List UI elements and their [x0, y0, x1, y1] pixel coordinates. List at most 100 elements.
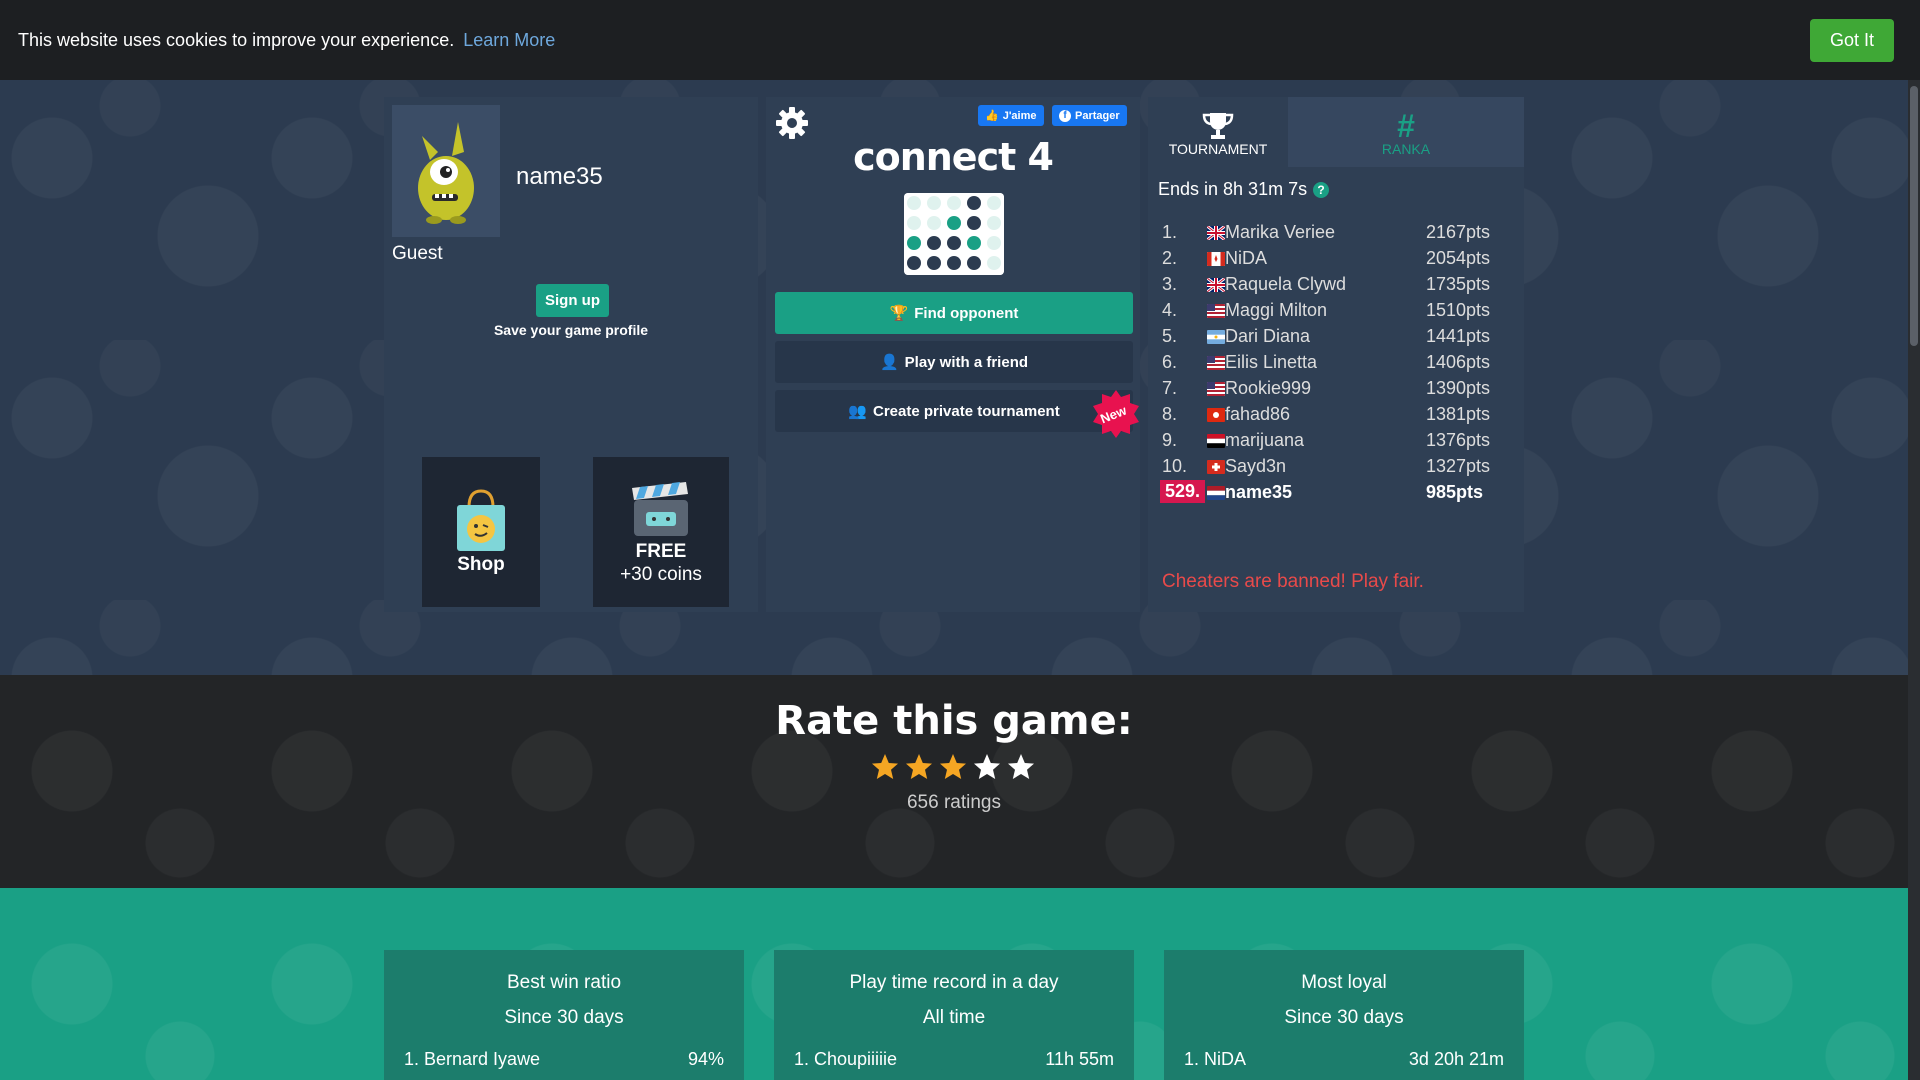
tab-ranka[interactable]: # RANKA [1288, 97, 1524, 167]
country-flag-icon [1207, 382, 1225, 396]
avatar[interactable] [392, 105, 500, 237]
country-flag-icon [1207, 408, 1225, 422]
country-flag-icon [1207, 434, 1225, 448]
stat-card: Best win ratio Since 30 days 1. Bernard Iy… [384, 950, 744, 1080]
player-points: 1406pts [1426, 352, 1491, 372]
player-name[interactable]: marijuana [1225, 430, 1304, 451]
stat-leader-value: 11h 55m [1045, 1049, 1114, 1069]
board-disc [987, 216, 1001, 230]
player-rank: 6. [1162, 352, 1178, 372]
create-private-tournament-button[interactable]: 👥 Create private tournament [775, 390, 1133, 432]
shop-label: Shop [457, 554, 505, 575]
country-flag-icon [1207, 460, 1225, 474]
star-empty-icon[interactable] [1006, 752, 1036, 782]
player-name[interactable]: NiDA [1225, 248, 1267, 269]
learn-more-link[interactable]: Learn More [463, 30, 555, 50]
stat-title: Play time record in a day [849, 972, 1059, 993]
connect-four-board-icon [904, 193, 1004, 275]
fb-like-label: J'aime [1002, 109, 1037, 122]
leaderboard-row[interactable]: 3. Raquela Clywd 1735pts [1162, 274, 1512, 300]
leaderboard-row-self[interactable]: 529. name35 985pts [1160, 480, 1512, 508]
help-icon[interactable]: ? [1313, 181, 1330, 198]
leaderboard-row[interactable]: 10. Sayd3n 1327pts [1162, 456, 1512, 482]
leaderboard-row[interactable]: 6. Eilis Linetta 1406pts [1162, 352, 1512, 378]
free-label: FREE [635, 541, 687, 562]
leaderboard-row[interactable]: 7. Rookie999 1390pts [1162, 378, 1512, 404]
player-name[interactable]: Rookie999 [1225, 378, 1311, 399]
board-disc [927, 256, 941, 270]
player-name[interactable]: Marika Veriee [1225, 222, 1335, 243]
country-flag-icon [1207, 486, 1225, 500]
board-disc [907, 236, 921, 250]
cheaters-warning: Cheaters are banned! Play fair. [1162, 571, 1424, 592]
leaderboard-panel: TOURNAMENT # RANKA Ends in 8h 31m 7s ? 1… [1148, 97, 1524, 612]
player-name[interactable]: Maggi Milton [1225, 300, 1327, 321]
cookie-text: This website uses cookies to improve you… [18, 29, 455, 50]
star-filled-icon[interactable] [938, 752, 968, 782]
page-scrollbar[interactable] [1908, 80, 1920, 1080]
trophy-icon [1202, 113, 1234, 139]
player-name[interactable]: fahad86 [1225, 404, 1290, 425]
board-disc [927, 216, 941, 230]
stat-leader-row[interactable]: 1. Choupiiiiie 11h 55m [794, 1049, 1114, 1070]
board-disc [927, 196, 941, 210]
tab-tournament[interactable]: TOURNAMENT [1148, 97, 1288, 167]
star-empty-icon[interactable] [972, 752, 1002, 782]
player-points: 2054pts [1426, 248, 1491, 268]
player-name[interactable]: Raquela Clywd [1225, 274, 1346, 295]
leaderboard-row[interactable]: 4. Maggi Milton 1510pts [1162, 300, 1512, 326]
shop-tile[interactable]: Shop [422, 457, 540, 607]
player-rank: 1. [1162, 222, 1178, 242]
stat-leader-row[interactable]: 1. NiDA 3d 20h 21m [1184, 1049, 1504, 1070]
play-with-friend-button[interactable]: 👤 Play with a friend [775, 341, 1133, 383]
stat-period: All time [922, 1007, 986, 1028]
leaderboard-row[interactable]: 2. NiDA 2054pts [1162, 248, 1512, 274]
stat-card: Most loyal Since 30 days 1. NiDA 3d 20h 21m [1164, 950, 1524, 1080]
player-rank: 7. [1162, 378, 1178, 398]
board-disc [987, 256, 1001, 270]
stat-period: Since 30 days [504, 1007, 624, 1028]
scrollbar-thumb[interactable] [1910, 86, 1918, 346]
star-filled-icon[interactable] [870, 752, 900, 782]
star-filled-icon[interactable] [904, 752, 934, 782]
player-rank: 9. [1162, 430, 1178, 450]
free-coins-label: +30 coins [620, 564, 702, 585]
player-rank: 2. [1162, 248, 1178, 268]
stat-card: Play time record in a day All time 1. Chou… [774, 950, 1134, 1080]
facebook-like-button[interactable]: 👍 J'aime [978, 105, 1044, 126]
player-rank: 3. [1162, 274, 1178, 294]
free-coins-tile[interactable]: FREE +30 coins [593, 457, 729, 607]
leaderboard-row[interactable]: 1. Marika Veriee 2167pts [1162, 222, 1512, 248]
player-name[interactable]: Sayd3n [1225, 456, 1286, 477]
sign-up-button[interactable]: Sign up [536, 284, 609, 317]
player-name[interactable]: Dari Diana [1225, 326, 1310, 347]
player-name[interactable]: Eilis Linetta [1225, 352, 1317, 373]
player-points: 1441pts [1426, 326, 1491, 346]
player-rank: 8. [1162, 404, 1178, 424]
board-disc [947, 216, 961, 230]
stat-leader-row[interactable]: 1. Bernard Iyawe 94% [404, 1049, 724, 1070]
thumbs-up-icon: 👍 [985, 110, 999, 122]
stat-leader-value: 3d 20h 21m [1408, 1049, 1504, 1069]
country-flag-icon [1207, 226, 1225, 240]
users-group-icon: 👥 [848, 403, 867, 420]
trophy-icon: 🏆 [889, 305, 909, 322]
stat-title: Best win ratio [506, 972, 622, 993]
leaderboard-row[interactable]: 9. marijuana 1376pts [1162, 430, 1512, 456]
rating-stars[interactable] [870, 752, 1036, 782]
board-disc [947, 236, 961, 250]
facebook-share-button[interactable]: f Partager [1052, 105, 1127, 126]
leaderboard-row[interactable]: 5. Dari Diana 1441pts [1162, 326, 1512, 352]
country-flag-icon [1207, 278, 1225, 292]
player-name[interactable]: name35 [1225, 482, 1292, 503]
tab-tournament-label: TOURNAMENT [1168, 141, 1268, 157]
board-disc [967, 196, 981, 210]
game-panel: 👍 J'aime f Partager connect 4 🏆 Find opp… [766, 97, 1140, 612]
got-it-button[interactable]: Got It [1809, 18, 1894, 62]
find-opponent-button[interactable]: 🏆 Find opponent [775, 292, 1133, 334]
profile-username: name35 [516, 163, 603, 190]
stat-leader-name: 1. Choupiiiiie [794, 1049, 898, 1069]
player-rank: 5. [1162, 326, 1178, 346]
leaderboard-row[interactable]: 8. fahad86 1381pts [1162, 404, 1512, 430]
game-title: connect 4 [853, 135, 1054, 179]
